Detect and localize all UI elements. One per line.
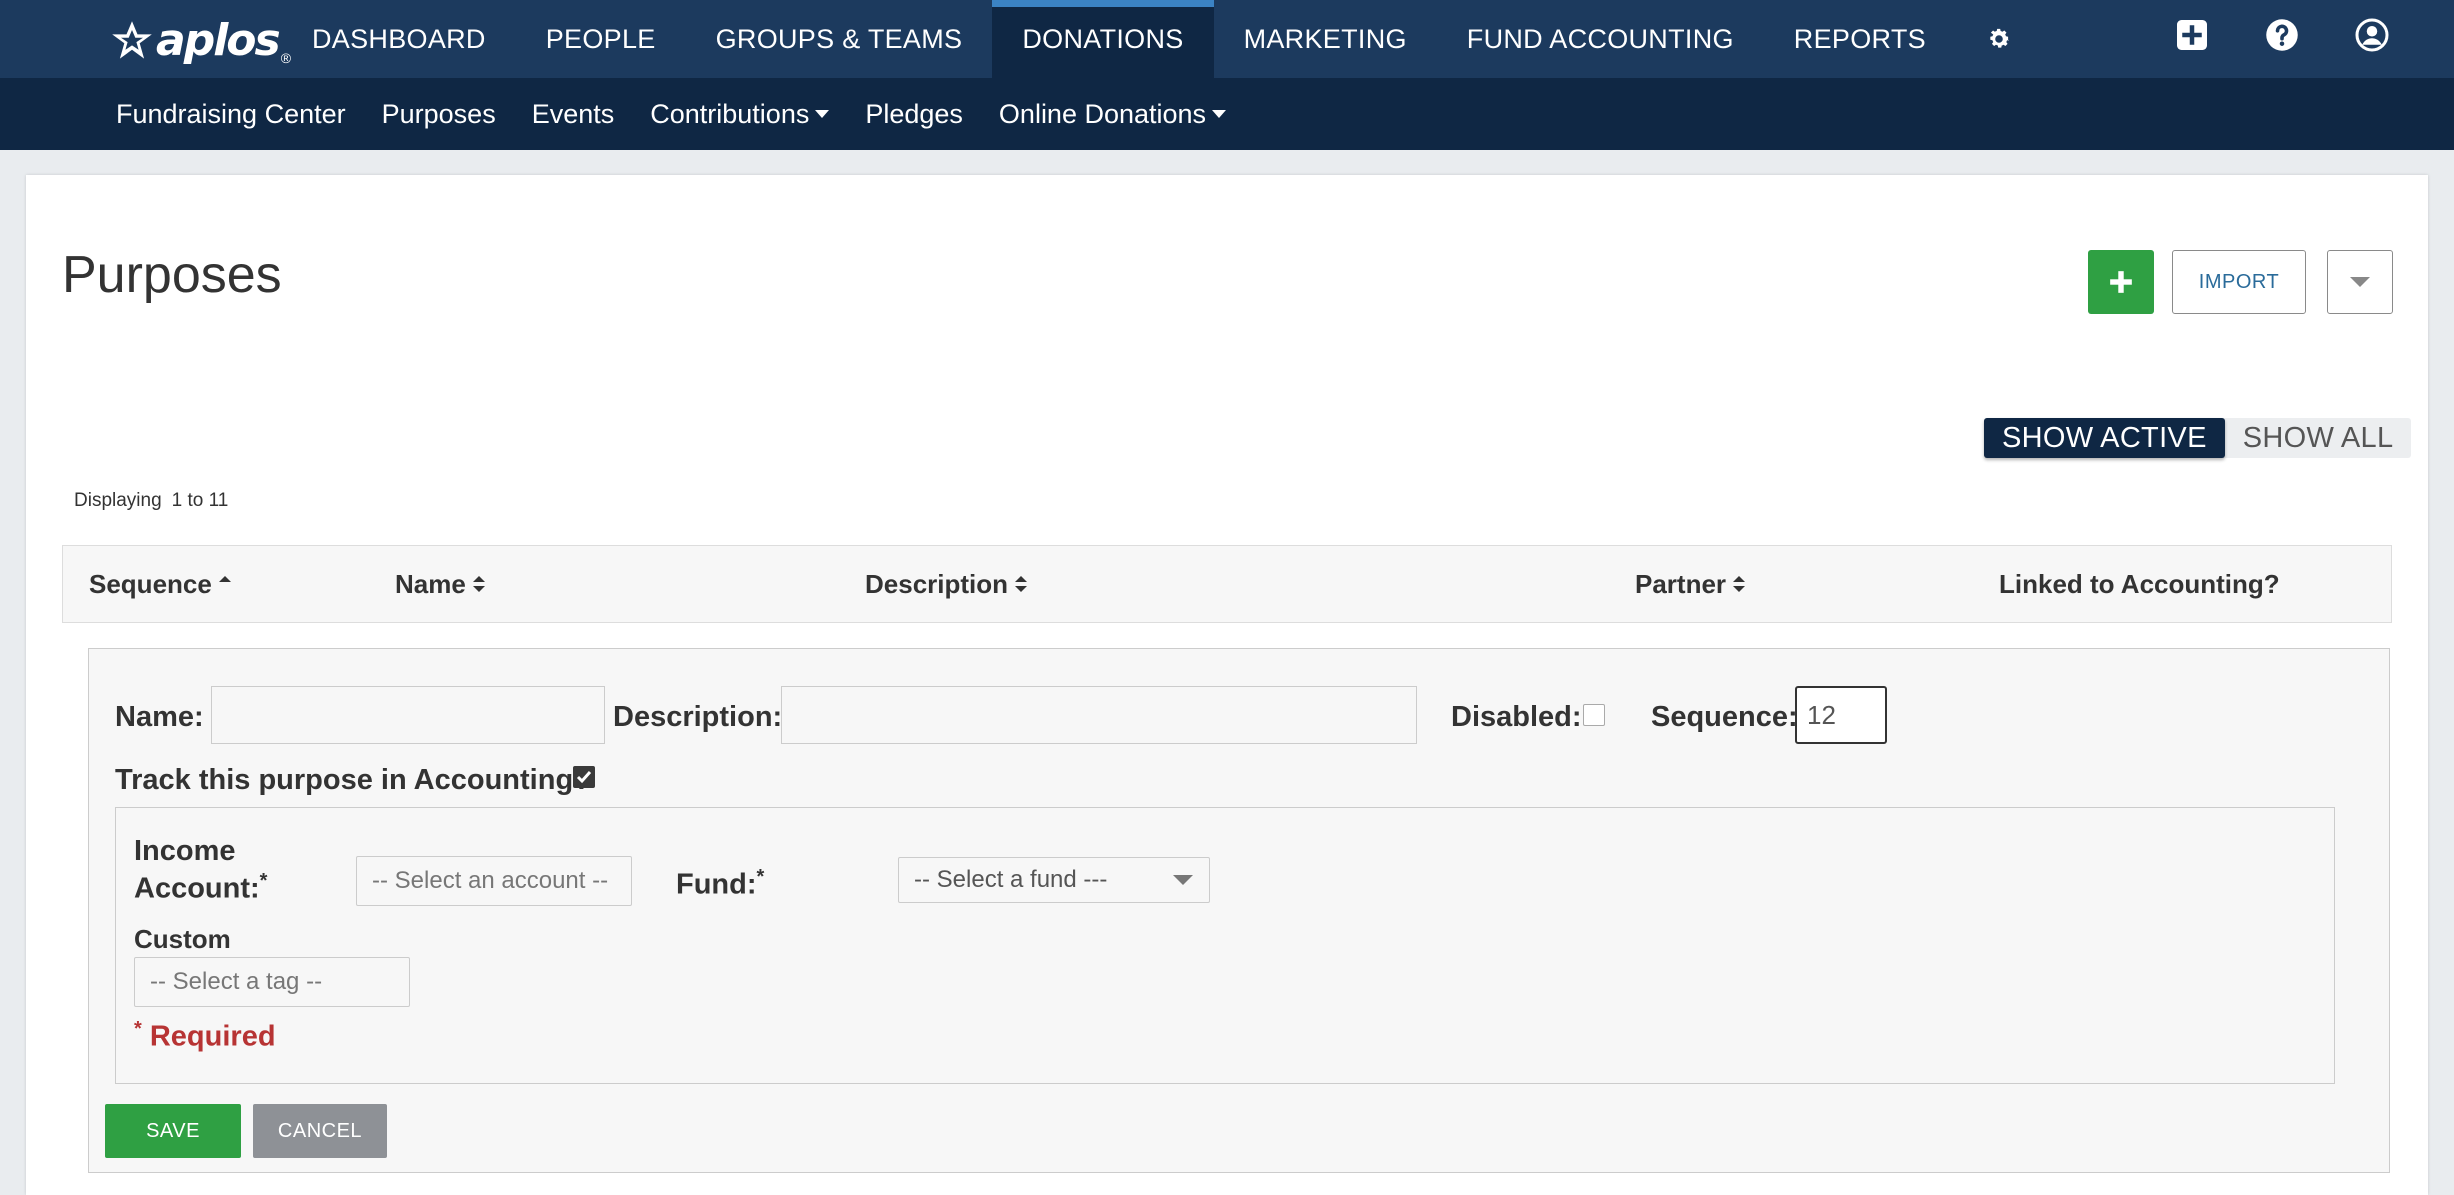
displaying-count: Displaying 1 to 11 [74, 490, 228, 512]
custom-label: Custom [134, 924, 231, 954]
income-label-line1: Income [134, 835, 236, 867]
subnav-label: Contributions [650, 98, 810, 129]
page-title: Purposes [62, 246, 282, 304]
sort-icon [1015, 576, 1028, 592]
nav-donations[interactable]: DONATIONS [992, 0, 1214, 78]
table-header: Sequence Name Description Partner Linked… [62, 545, 2392, 623]
gear-icon [1990, 28, 2010, 48]
help-icon[interactable] [2264, 17, 2300, 53]
description-label: Description: [613, 701, 783, 733]
subnav-label: Fundraising Center [116, 98, 346, 129]
subnav-purposes[interactable]: Purposes [382, 99, 496, 130]
subnav-label: Purposes [381, 98, 496, 129]
sequence-input[interactable]: 12 [1795, 686, 1887, 744]
sort-icon [472, 576, 485, 592]
custom-tag-select[interactable]: -- Select a tag -- [134, 957, 410, 1007]
income-label-line2-wrap: Account:* [134, 866, 267, 904]
column-name[interactable]: Name [395, 546, 486, 622]
displaying-label: Displaying [74, 490, 162, 511]
disabled-checkbox[interactable] [1583, 704, 1605, 726]
main-nav: DASHBOARD PEOPLE GROUPS & TEAMS DONATION… [282, 0, 2042, 78]
track-accounting-label: Track this purpose in Accounting? [115, 764, 591, 796]
caret-down-icon [1173, 875, 1193, 885]
import-button[interactable]: IMPORT [2172, 250, 2306, 314]
aplos-logo[interactable]: aplos ® [110, 15, 291, 66]
cancel-button[interactable]: CANCEL [253, 1104, 387, 1158]
fund-label-text: Fund: [676, 868, 757, 901]
name-label: Name: [115, 701, 204, 733]
active-filter-toggle: SHOW ACTIVE SHOW ALL [1984, 418, 2412, 458]
income-account-label: Income Account:* [134, 836, 267, 904]
sequence-label: Sequence: [1651, 701, 1798, 733]
income-account-select[interactable]: -- Select an account -- [356, 856, 632, 906]
subnav-label: Events [531, 98, 615, 129]
sort-icon [1733, 576, 1746, 592]
required-star: * [134, 1018, 142, 1040]
required-star: * [259, 870, 268, 892]
column-label: Description [865, 568, 1009, 599]
logo-text: aplos [156, 15, 281, 66]
nav-settings[interactable] [1956, 0, 2042, 78]
column-label: Name [395, 568, 466, 599]
add-purpose-button[interactable] [2088, 250, 2154, 314]
description-input[interactable] [781, 686, 1417, 744]
sub-navigation: Fundraising Center Purposes Events Contr… [0, 78, 2454, 150]
more-options-button[interactable] [2327, 250, 2393, 314]
new-purpose-form: Name: Description: Disabled: Sequence: 1… [88, 648, 2390, 1173]
subnav-online-donations[interactable]: Online Donations [998, 98, 1227, 130]
main-panel: Purposes IMPORT SHOW ACTIVE SHOW ALL Dis… [26, 175, 2428, 1195]
column-label: Linked to Accounting? [1999, 568, 2280, 599]
fund-select[interactable]: -- Select a fund --- [898, 857, 1210, 903]
column-linked-to-accounting: Linked to Accounting? [1999, 546, 2280, 622]
show-active-button[interactable]: SHOW ACTIVE [1984, 418, 2225, 458]
nav-dashboard[interactable]: DASHBOARD [282, 0, 516, 78]
top-right-icons [2174, 17, 2390, 53]
column-label: Sequence [89, 568, 212, 599]
top-navigation: aplos ® DASHBOARD PEOPLE GROUPS & TEAMS … [0, 0, 2454, 78]
subnav-label: Online Donations [998, 98, 1207, 129]
displaying-range: 1 to 11 [171, 490, 229, 511]
required-note: * Required [134, 1018, 276, 1054]
caret-down-icon [815, 110, 830, 118]
nav-groups-teams[interactable]: GROUPS & TEAMS [686, 0, 993, 78]
caret-down-icon [2350, 277, 2370, 287]
plus-icon [2110, 271, 2132, 293]
column-label: Partner [1635, 568, 1727, 599]
fund-label: Fund:* [676, 866, 764, 902]
nav-reports[interactable]: REPORTS [1764, 0, 1956, 78]
nav-people[interactable]: PEOPLE [516, 0, 686, 78]
subnav-contributions[interactable]: Contributions [650, 98, 830, 130]
track-accounting-checkbox[interactable] [573, 766, 595, 788]
fund-select-value: -- Select a fund --- [914, 866, 1108, 893]
accounting-section: Income Account:* -- Select an account --… [115, 807, 2335, 1084]
income-label-line2: Account: [134, 872, 260, 905]
subnav-events[interactable]: Events [532, 99, 615, 130]
nav-marketing[interactable]: MARKETING [1214, 0, 1437, 78]
show-all-button[interactable]: SHOW ALL [2225, 418, 2412, 458]
save-button[interactable]: SAVE [105, 1104, 241, 1158]
required-label: Required [149, 1020, 276, 1053]
column-partner[interactable]: Partner [1635, 546, 1746, 622]
name-input[interactable] [211, 686, 605, 744]
nav-fund-accounting[interactable]: FUND ACCOUNTING [1437, 0, 1764, 78]
column-description[interactable]: Description [865, 546, 1028, 622]
caret-down-icon [1212, 110, 1227, 118]
add-icon[interactable] [2174, 17, 2210, 53]
disabled-label: Disabled: [1451, 701, 1582, 733]
required-star: * [756, 866, 765, 888]
column-sequence[interactable]: Sequence [89, 546, 232, 622]
subnav-label: Pledges [865, 98, 963, 129]
subnav-fundraising-center[interactable]: Fundraising Center [116, 99, 346, 130]
subnav-pledges[interactable]: Pledges [865, 99, 963, 130]
aplos-star-icon [112, 21, 152, 59]
sort-ascending-icon [218, 576, 231, 582]
checkmark-icon [576, 771, 592, 784]
user-account-icon[interactable] [2354, 17, 2390, 53]
